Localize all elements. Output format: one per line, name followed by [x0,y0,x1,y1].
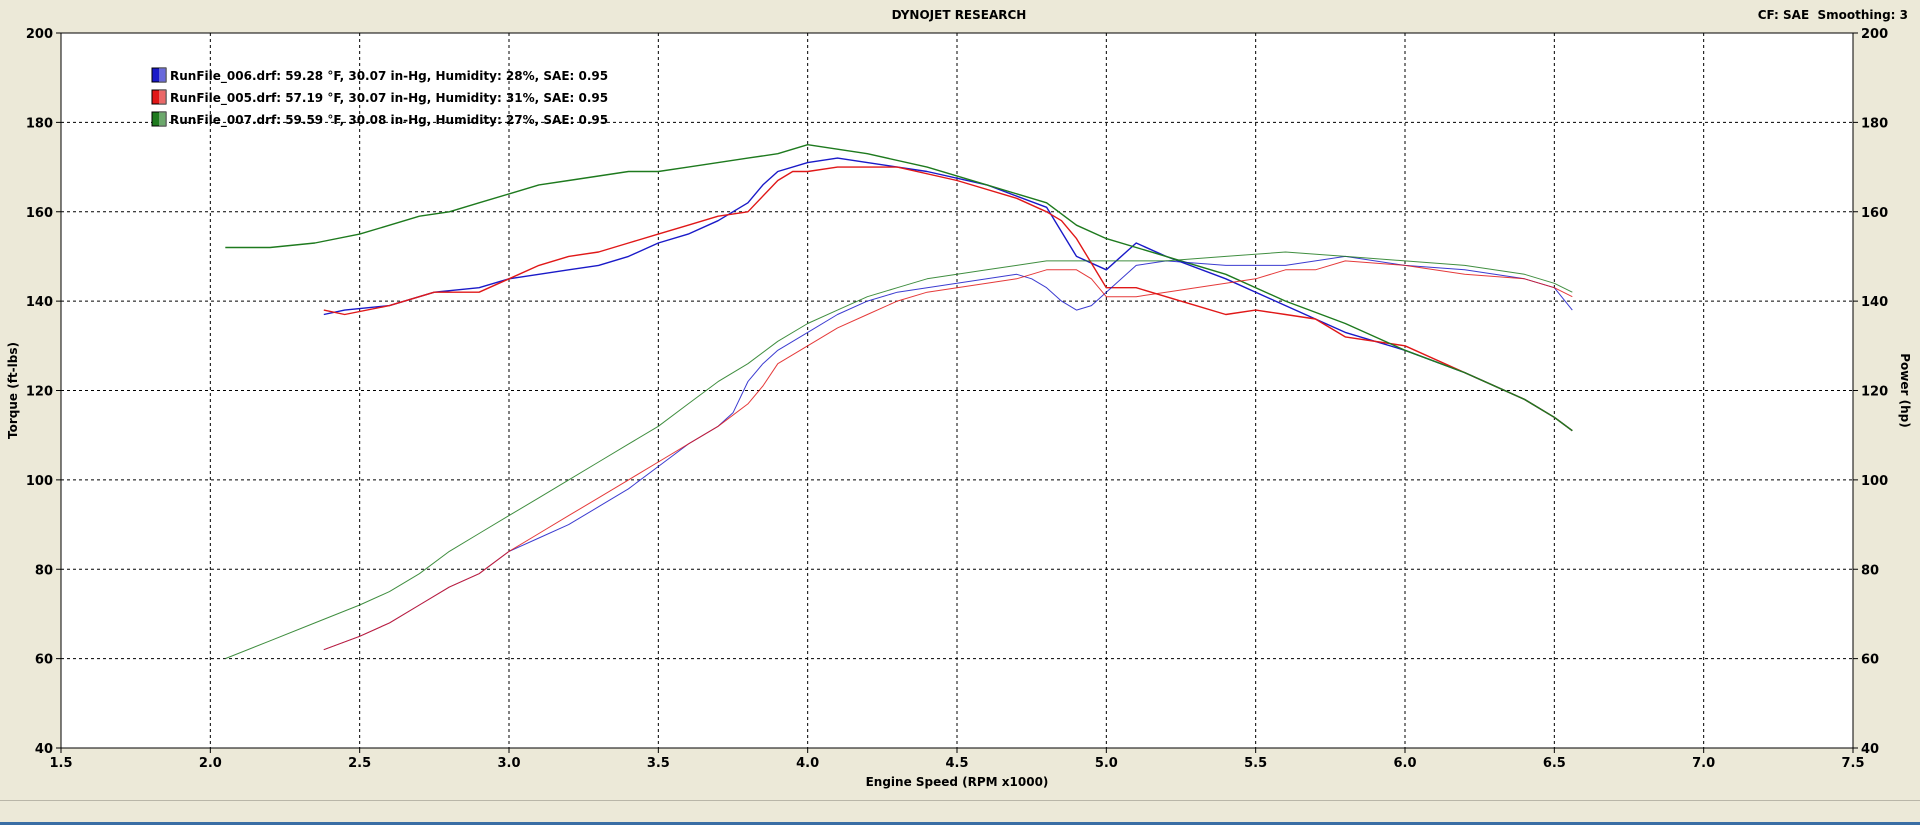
y-tick-label-right: 180 [1861,116,1888,131]
x-tick-label: 4.0 [796,756,819,771]
x-tick-label: 4.5 [945,756,968,771]
y-tick-label-left: 160 [26,206,53,221]
x-tick-label: 7.0 [1692,756,1715,771]
x-tick-label: 5.0 [1095,756,1118,771]
legend-label: RunFile_006.drf: 59.28 °F, 30.07 in-Hg, … [170,69,608,84]
y-tick-label-right: 200 [1861,27,1888,42]
x-tick-label: 5.5 [1244,756,1267,771]
dyno-window: DYNOJET RESEARCH CF: SAE Smoothing: 3 1.… [0,0,1920,825]
x-tick-label: 1.5 [49,756,72,771]
y-tick-label-left: 60 [35,653,53,668]
x-tick-label: 3.5 [647,756,670,771]
x-axis-title: Engine Speed (RPM x1000) [866,775,1049,789]
legend-swatch-shine [159,112,166,126]
legend: RunFile_006.drf: 59.28 °F, 30.07 in-Hg, … [151,67,608,128]
legend-swatch-shine [159,68,166,82]
x-tick-label: 2.5 [348,756,371,771]
y-tick-label-left: 140 [26,295,53,310]
legend-label: RunFile_007.drf: 59.59 °F, 30.08 in-Hg, … [170,113,608,128]
y-tick-label-right: 60 [1861,653,1879,668]
y-tick-label-right: 80 [1861,563,1879,578]
x-tick-label: 6.5 [1543,756,1566,771]
chart-title: DYNOJET RESEARCH [892,8,1027,22]
x-tick-label: 2.0 [199,756,222,771]
status-bar [0,800,1920,823]
legend-swatch-shine [159,90,166,104]
y-tick-label-right: 40 [1861,742,1879,757]
y-axis-title-left: Torque (ft-lbs) [6,342,20,439]
header-info: CF: SAE Smoothing: 3 [1758,8,1908,22]
dyno-chart: DYNOJET RESEARCH CF: SAE Smoothing: 3 1.… [0,0,1920,800]
y-tick-label-right: 160 [1861,206,1888,221]
x-tick-label: 6.0 [1393,756,1416,771]
y-axis-title-right: Power (hp) [1898,353,1912,427]
x-tick-label: 7.5 [1841,756,1864,771]
x-tick-label: 3.0 [497,756,520,771]
y-tick-label-left: 100 [26,474,53,489]
legend-label: RunFile_005.drf: 57.19 °F, 30.07 in-Hg, … [170,91,608,106]
y-tick-label-right: 140 [1861,295,1888,310]
y-tick-label-left: 120 [26,385,53,400]
y-tick-label-right: 120 [1861,385,1888,400]
y-tick-label-left: 40 [35,742,53,757]
y-tick-label-left: 80 [35,563,53,578]
y-tick-label-left: 200 [26,27,53,42]
y-tick-label-right: 100 [1861,474,1888,489]
y-tick-label-left: 180 [26,116,53,131]
